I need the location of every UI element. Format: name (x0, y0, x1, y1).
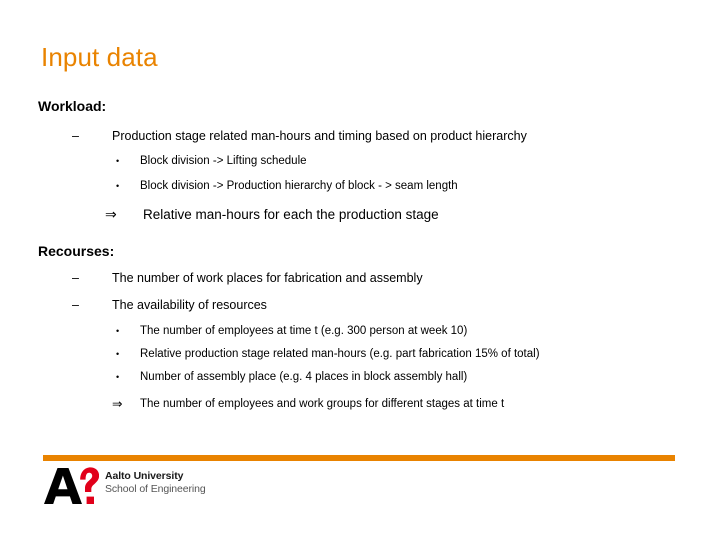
dot-bullet-icon: • (116, 181, 120, 191)
dot-bullet-icon: • (116, 156, 120, 166)
conclusion-item: ⇒ Relative man-hours for each the produc… (0, 205, 720, 224)
bullet-item: • Relative production stage related man-… (0, 346, 720, 363)
slide-body: Workload: – Production stage related man… (0, 96, 720, 413)
dot-bullet-icon: • (116, 326, 120, 336)
bullet-text: Block division -> Lifting schedule (140, 155, 307, 167)
slide-canvas: Input data Workload: – Production stage … (0, 0, 720, 540)
section-heading-workload: Workload: (38, 98, 107, 114)
conclusion-item: ⇒ The number of employees and work group… (0, 396, 720, 413)
section-heading-recourses: Recourses: (38, 243, 115, 259)
logo-organization: Aalto University (105, 470, 184, 482)
bullet-text: Production stage related man-hours and t… (112, 129, 527, 143)
bullet-text: The number of work places for fabricatio… (112, 271, 423, 285)
bullet-text: Block division -> Production hierarchy o… (140, 180, 458, 192)
bullet-text: Number of assembly place (e.g. 4 places … (140, 371, 468, 383)
aalto-logo-text: Aalto University School of Engineering (105, 467, 206, 496)
bullet-text: The number of employees at time t (e.g. … (140, 325, 468, 337)
bullet-text: The availability of resources (112, 298, 267, 312)
double-arrow-right-icon: ⇒ (105, 206, 117, 222)
bullet-item: – The availability of resources (0, 296, 720, 314)
bullet-item: • Number of assembly place (e.g. 4 place… (0, 369, 720, 386)
double-arrow-right-icon: ⇒ (112, 397, 123, 411)
dash-bullet-icon: – (72, 129, 79, 143)
footer-divider (43, 455, 675, 461)
dot-bullet-icon: • (116, 349, 120, 359)
conclusion-text: Relative man-hours for each the producti… (143, 207, 439, 222)
dash-bullet-icon: – (72, 298, 79, 312)
bullet-text: Relative production stage related man-ho… (140, 348, 540, 360)
dot-bullet-icon: • (116, 372, 120, 382)
bullet-item: – Production stage related man-hours and… (0, 127, 720, 145)
logo-unit: School of Engineering (105, 483, 206, 495)
page-title: Input data (41, 42, 158, 72)
bullet-item: • Block division -> Production hierarchy… (0, 178, 720, 195)
aalto-logo: Aalto University School of Engineering (43, 467, 206, 507)
bullet-item: – The number of work places for fabricat… (0, 269, 720, 287)
conclusion-text: The number of employees and work groups … (140, 398, 505, 410)
bullet-item: • The number of employees at time t (e.g… (0, 323, 720, 340)
aalto-logo-mark-icon (43, 467, 99, 505)
dash-bullet-icon: – (72, 271, 79, 285)
bullet-item: • Block division -> Lifting schedule (0, 153, 720, 170)
